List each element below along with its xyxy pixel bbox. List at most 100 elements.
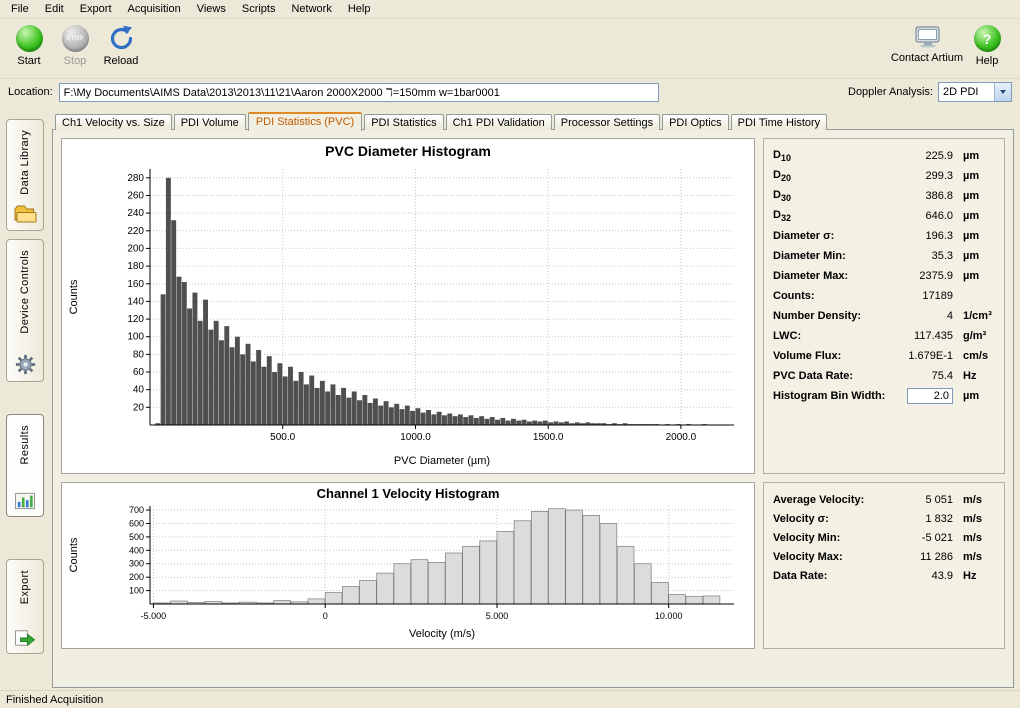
stat-label: Average Velocity:	[773, 494, 887, 506]
pvc-diameter-histogram-panel: PVC Diameter Histogram 20406080100120140…	[61, 138, 755, 474]
stat-value: 299.3	[887, 170, 953, 182]
svg-text:10.000: 10.000	[655, 611, 683, 621]
menu-file[interactable]: File	[3, 1, 37, 17]
svg-text:700: 700	[129, 505, 144, 515]
menu-views[interactable]: Views	[189, 1, 234, 17]
stat-unit: µm	[953, 270, 995, 282]
stat-unit: m/s	[953, 532, 995, 544]
menu-bar: File Edit Export Acquisition Views Scrip…	[0, 0, 1020, 19]
menu-help[interactable]: Help	[340, 1, 379, 17]
dropdown-button[interactable]	[994, 83, 1011, 101]
reload-icon	[108, 25, 135, 52]
status-text: Finished Acquisition	[6, 694, 103, 706]
tab-pdi-optics[interactable]: PDI Optics	[662, 114, 729, 130]
sidebar-item-data-library[interactable]: Data Library	[6, 119, 44, 231]
menu-export[interactable]: Export	[72, 1, 120, 17]
svg-text:80: 80	[133, 349, 145, 360]
contact-artium-button[interactable]: Contact Artium	[890, 21, 964, 64]
tab-pdi-volume[interactable]: PDI Volume	[174, 114, 246, 130]
stat-label: Counts:	[773, 290, 887, 302]
svg-text:500: 500	[129, 532, 144, 542]
svg-text:400: 400	[129, 545, 144, 555]
folder-icon	[13, 204, 37, 224]
stat-value: 35.3	[887, 250, 953, 262]
tab-panel-pdi-statistics-pvc: PVC Diameter Histogram 20406080100120140…	[52, 129, 1014, 688]
contact-artium-icon	[914, 25, 941, 49]
doppler-analysis-dropdown[interactable]: 2D PDI	[938, 82, 1012, 102]
stat-unit: µm	[953, 170, 995, 182]
doppler-analysis-group: Doppler Analysis: 2D PDI	[848, 82, 1012, 102]
sidebar-item-label: Data Library	[19, 130, 31, 195]
stat-row-d20: D20 299.3 µm	[773, 166, 995, 186]
stat-row-d30: D30 386.8 µm	[773, 186, 995, 206]
menu-scripts[interactable]: Scripts	[234, 1, 284, 17]
stat-row-histogram-bin-width: Histogram Bin Width: µm	[773, 386, 995, 406]
svg-text:300: 300	[129, 559, 144, 569]
sidebar-item-device-controls[interactable]: Device Controls	[6, 239, 44, 382]
results-chart-icon	[14, 492, 36, 510]
svg-text:200: 200	[127, 243, 144, 254]
svg-text:220: 220	[127, 226, 144, 237]
stat-row-diameter-min: Diameter Min: 35.3 µm	[773, 246, 995, 266]
svg-text:260: 260	[127, 191, 144, 202]
start-button[interactable]: Start	[6, 21, 52, 67]
svg-text:5.000: 5.000	[486, 611, 509, 621]
stat-value: 386.8	[887, 190, 953, 202]
menu-edit[interactable]: Edit	[37, 1, 72, 17]
stat-value: 646.0	[887, 210, 953, 222]
svg-text:2000.0: 2000.0	[666, 432, 697, 443]
chevron-down-icon	[1000, 90, 1006, 94]
tab-ch1-pdi-validation[interactable]: Ch1 PDI Validation	[446, 114, 552, 130]
velocity-chart-title: Channel 1 Velocity Histogram	[64, 485, 752, 502]
stat-label: PVC Data Rate:	[773, 370, 887, 382]
svg-text:40: 40	[133, 385, 145, 396]
svg-text:Counts: Counts	[68, 537, 80, 572]
menu-acquisition[interactable]: Acquisition	[120, 1, 189, 17]
stat-value: 2375.9	[887, 270, 953, 282]
start-icon	[16, 25, 43, 52]
reload-button[interactable]: Reload	[98, 21, 144, 67]
stat-row-lwc: LWC: 117.435 g/m³	[773, 326, 995, 346]
svg-text:100: 100	[129, 586, 144, 596]
menu-network[interactable]: Network	[283, 1, 339, 17]
tab-processor-settings[interactable]: Processor Settings	[554, 114, 660, 130]
gear-icon	[15, 354, 36, 375]
tab-pdi-statistics-pvc[interactable]: PDI Statistics (PVC)	[248, 112, 362, 131]
location-input[interactable]	[59, 83, 659, 102]
stat-value: 4	[887, 310, 953, 322]
stop-icon: STOP	[62, 25, 89, 52]
tab-pdi-time-history[interactable]: PDI Time History	[731, 114, 828, 130]
stat-value: 196.3	[887, 230, 953, 242]
stop-button[interactable]: STOP Stop	[52, 21, 98, 67]
reload-label: Reload	[104, 55, 139, 67]
stat-label: Histogram Bin Width:	[773, 390, 887, 402]
stat-unit: µm	[953, 190, 995, 202]
stat-value: 17189	[887, 290, 953, 302]
location-bar: Location: Doppler Analysis: 2D PDI	[0, 79, 1020, 105]
status-bar: Finished Acquisition	[0, 690, 1020, 708]
sidebar-item-results[interactable]: Results	[6, 414, 44, 517]
stat-row-volume-flux: Volume Flux: 1.679E-1 cm/s	[773, 346, 995, 366]
stat-value: -5 021	[887, 532, 953, 544]
tab-pdi-statistics[interactable]: PDI Statistics	[364, 114, 443, 130]
tab-ch1-velocity-vs-size[interactable]: Ch1 Velocity vs. Size	[55, 114, 172, 130]
stat-label: Diameter σ:	[773, 230, 887, 242]
sidebar-item-export[interactable]: Export	[6, 559, 44, 654]
stat-label: Volume Flux:	[773, 350, 887, 362]
histogram-bin-width-input[interactable]	[907, 388, 953, 404]
pvc-chart-title: PVC Diameter Histogram	[64, 141, 752, 161]
diameter-row: PVC Diameter Histogram 20406080100120140…	[61, 138, 1005, 474]
svg-text:0: 0	[323, 611, 328, 621]
export-arrow-icon	[14, 629, 36, 647]
stat-label: Velocity Min:	[773, 532, 887, 544]
help-label: Help	[976, 55, 999, 67]
stat-value: 5 051	[887, 494, 953, 506]
velocity-histogram-panel: Channel 1 Velocity Histogram 10020030040…	[61, 482, 755, 649]
stat-value: 11 286	[887, 551, 953, 563]
velocity-histogram: 100200300400500600700-5.00005.00010.000V…	[64, 502, 750, 642]
stat-unit: m/s	[953, 494, 995, 506]
help-button[interactable]: ? Help	[964, 21, 1010, 67]
stat-row-d32: D32 646.0 µm	[773, 206, 995, 226]
stop-label: Stop	[64, 55, 87, 67]
tab-bar: Ch1 Velocity vs. Size PDI Volume PDI Sta…	[52, 109, 1014, 130]
